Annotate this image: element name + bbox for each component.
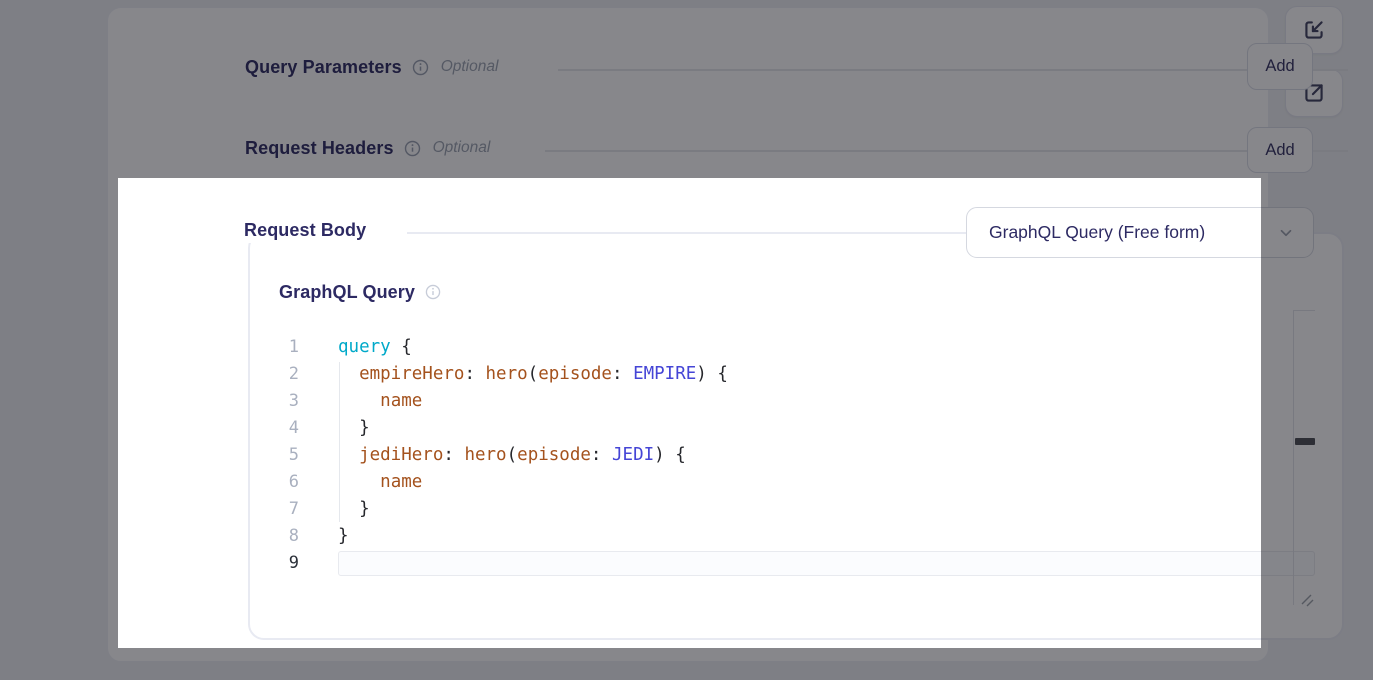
editor-code[interactable]: query { empireHero: hero(episode: EMPIRE… [338,334,728,577]
code-line[interactable]: name [338,388,728,415]
add-request-header-button[interactable]: Add [1247,127,1313,173]
line-number: 5 [273,442,299,469]
scrollbar-thumb[interactable] [1295,438,1315,445]
code-line[interactable]: name [338,469,728,496]
optional-badge: Optional [439,58,499,76]
code-line[interactable]: } [338,523,728,550]
body-type-select[interactable]: GraphQL Query (Free form) [966,207,1314,258]
code-line[interactable]: query { [338,334,728,361]
body-type-selected-value: GraphQL Query (Free form) [989,222,1205,243]
resize-handle[interactable] [1299,592,1315,608]
query-parameters-title: Query Parameters [245,54,402,80]
import-icon [1301,17,1327,43]
line-number: 6 [273,469,299,496]
request-headers-title: Request Headers [245,135,394,161]
line-number: 2 [273,361,299,388]
optional-badge: Optional [431,139,491,157]
line-number: 7 [273,496,299,523]
info-icon[interactable] [412,59,429,76]
section-request-body: Request Body [244,217,378,243]
editor-scrollbar[interactable] [1293,310,1315,605]
section-query-parameters: Query Parameters Optional [245,54,510,80]
section-request-headers: Request Headers Optional [245,135,502,161]
code-line[interactable] [338,550,728,577]
line-number: 8 [273,523,299,550]
code-line[interactable]: } [338,415,728,442]
add-query-parameter-button[interactable]: Add [1247,43,1313,90]
request-config-card: Query Parameters Optional Add Request He… [107,7,1269,662]
line-number: 9 [273,550,299,577]
line-number: 4 [273,415,299,442]
line-number: 1 [273,334,299,361]
code-line[interactable]: jediHero: hero(episode: JEDI) { [338,442,728,469]
editor-gutter: 123456789 [273,334,299,577]
graphql-query-label: GraphQL Query [279,279,415,305]
code-line[interactable]: } [338,496,728,523]
request-body-title: Request Body [244,217,366,243]
code-line[interactable]: empireHero: hero(episode: EMPIRE) { [338,361,728,388]
chevron-down-icon [1277,224,1295,242]
info-icon[interactable] [425,284,442,301]
graphql-editor[interactable]: 123456789 query { empireHero: hero(episo… [108,8,1268,661]
info-icon[interactable] [404,140,421,157]
editor-label-row: GraphQL Query [279,279,454,305]
line-number: 3 [273,388,299,415]
